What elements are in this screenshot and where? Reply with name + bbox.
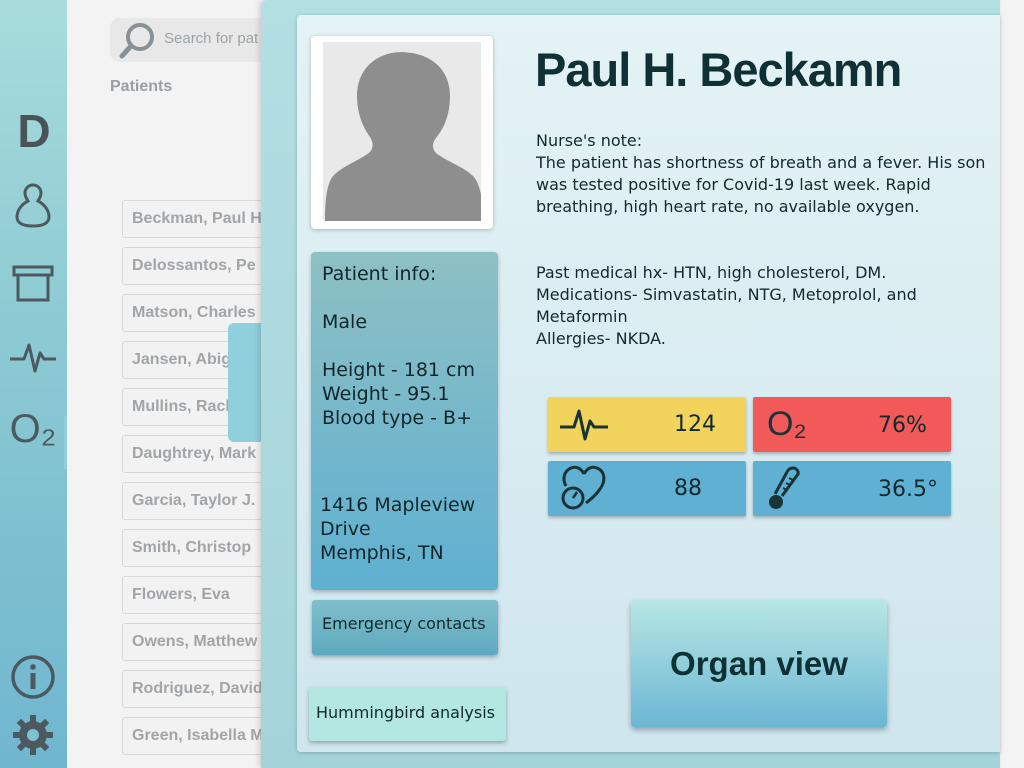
patient-address-line1: 1416 Mapleview [320, 494, 476, 516]
patient-weight: Weight - 95.1 [322, 383, 450, 405]
hummingbird-analysis-button[interactable]: Hummingbird analysis [309, 687, 506, 741]
nurse-note-title: Nurse's note: [536, 131, 643, 150]
blood-pressure-tile: 88 [548, 461, 746, 516]
nurse-note-text: The patient has shortness of breath and … [536, 153, 986, 216]
patient-info-title: Patient info: [322, 263, 437, 285]
patient-photo [311, 36, 493, 229]
search-icon [118, 20, 158, 64]
blood-pressure-value: 88 [674, 476, 702, 501]
oxygen-icon: O₂ [767, 405, 807, 443]
gear-icon[interactable] [8, 710, 58, 760]
info-icon[interactable] [8, 652, 58, 702]
heartbeat-icon[interactable] [8, 330, 58, 380]
app-logo: D [17, 105, 51, 157]
heart-gauge-icon [560, 464, 608, 516]
oxygen-icon[interactable]: O₂ [8, 404, 58, 454]
medical-history: Past medical hx- HTN, high cholesterol, … [536, 262, 956, 350]
patient-height: Height - 181 cm [322, 359, 476, 381]
patient-address-line2: Drive [320, 518, 371, 540]
heart-rate-tile: 124 [548, 397, 746, 452]
heart-rate-value: 124 [674, 412, 716, 437]
organ-view-button[interactable]: Organ view [631, 600, 887, 727]
allergies: Allergies- NKDA. [536, 329, 666, 348]
patient-info-card: Patient info: Male Height - 181 cm Weigh… [311, 252, 498, 590]
patients-heading: Patients [110, 78, 173, 95]
thermometer-icon [765, 464, 805, 518]
archive-box-icon[interactable] [8, 258, 58, 308]
temperature-tile: 36.5° [753, 461, 951, 516]
oxygen-value: 76% [878, 413, 927, 438]
left-navigation-rail: D O₂ [0, 0, 88, 768]
heartbeat-icon [558, 403, 610, 447]
avatar [323, 42, 481, 221]
patient-name: Paul H. Beckamn [535, 43, 902, 96]
patient-blood-type: Blood type - B+ [322, 407, 472, 429]
patient-sex: Male [322, 311, 368, 333]
medications: Medications- Simvastatin, NTG, Metoprolo… [536, 285, 917, 326]
patient-address-line3: Memphis, TN [320, 542, 444, 564]
temperature-value: 36.5° [878, 477, 938, 502]
emergency-contacts-button[interactable]: Emergency contacts [312, 600, 498, 655]
search-input[interactable]: Search for pat [164, 30, 258, 47]
nurse-note: Nurse's note: The patient has shortness … [536, 130, 986, 218]
oxygen-tile: O₂ 76% [753, 397, 951, 452]
past-medical-history: Past medical hx- HTN, high cholesterol, … [536, 263, 887, 282]
person-icon[interactable] [8, 180, 58, 230]
